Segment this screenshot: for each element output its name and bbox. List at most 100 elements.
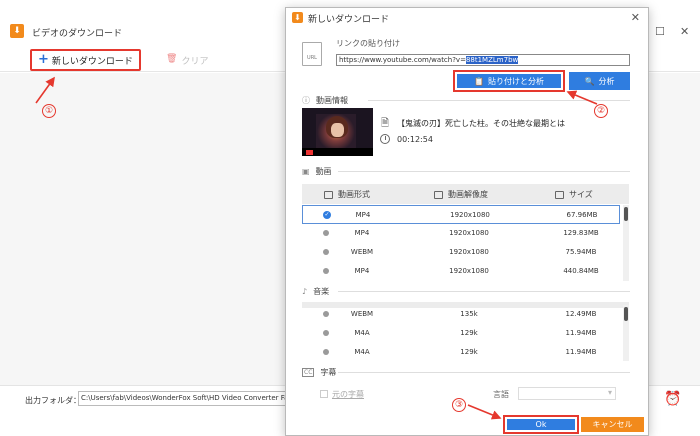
annotation-1: ① <box>42 104 56 118</box>
main-window-title: ビデオのダウンロード <box>32 29 123 39</box>
size-icon <box>555 190 564 199</box>
dialog-close-icon[interactable]: ✕ <box>631 11 640 24</box>
row-resolution: 1920x1080 <box>449 248 489 256</box>
plus-icon: + <box>38 52 49 67</box>
video-row[interactable]: ✓ MP4 1920x1080 67.96MB <box>302 205 620 224</box>
dialog-titlebar: ⬇ 新しいダウンロード ✕ <box>286 8 648 28</box>
video-info-label: 動画情報 <box>316 96 348 105</box>
radio-icon[interactable] <box>323 249 329 255</box>
ok-inner: Ok <box>507 419 575 430</box>
radio-icon[interactable] <box>323 311 329 317</box>
row-bitrate: 129k <box>460 329 478 337</box>
new-download-label: 新しいダウンロード <box>51 56 133 67</box>
format-header-label: 動画形式 <box>338 190 370 199</box>
document-icon: 🗎 <box>381 118 390 129</box>
annotation-3: ③ <box>452 398 466 412</box>
row-format: MP4 <box>355 211 371 219</box>
divider <box>338 171 630 172</box>
row-format: MP4 <box>354 229 370 237</box>
video-row[interactable]: MP4 1920x1080 440.84MB <box>302 262 620 281</box>
size-header-label: サイズ <box>569 190 593 199</box>
radio-icon[interactable] <box>323 330 329 336</box>
cancel-button[interactable]: キャンセル <box>581 417 644 432</box>
format-icon <box>324 190 333 199</box>
new-download-dialog: ⬇ 新しいダウンロード ✕ URL リンクの貼り付け https://www.y… <box>285 7 649 436</box>
clock-icon <box>380 134 390 144</box>
video-scrollbar[interactable] <box>624 207 628 221</box>
row-format: M4A <box>354 329 370 337</box>
url-link-icon: URL <box>302 42 322 66</box>
resolution-icon <box>434 190 443 199</box>
paste-and-analyze-label: 貼り付けと分析 <box>487 76 544 86</box>
original-subtitle-checkbox[interactable] <box>320 390 328 398</box>
maximize-icon[interactable]: ☐ <box>655 25 665 38</box>
radio-icon[interactable] <box>323 268 329 274</box>
download-app-icon: ⬇ <box>10 24 24 38</box>
row-format: MP4 <box>354 267 370 275</box>
row-format: M4A <box>354 348 370 356</box>
row-bitrate: 135k <box>460 310 478 318</box>
video-table-header: 動画形式 動画解像度 サイズ <box>302 184 629 204</box>
row-size: 11.94MB <box>565 348 597 356</box>
radio-icon[interactable] <box>323 230 329 236</box>
video-duration: 00:12:54 <box>397 135 433 144</box>
row-format: WEBM <box>350 248 374 256</box>
radio-checked-icon[interactable]: ✓ <box>323 211 331 219</box>
trash-icon: 🗑 <box>166 54 178 64</box>
new-download-button[interactable]: + 新しいダウンロード <box>30 49 141 71</box>
video-row[interactable]: WEBM 1920x1080 75.94MB <box>302 243 620 262</box>
dialog-title: 新しいダウンロード <box>308 15 390 25</box>
resolution-column-header: 動画解像度 <box>434 189 488 200</box>
size-column-header: サイズ <box>555 189 593 200</box>
subtitle-section-header: CC 字幕 <box>302 367 336 378</box>
audio-scrollbar[interactable] <box>624 307 628 321</box>
paste-and-analyze-inner: 📋 貼り付けと分析 <box>457 74 561 88</box>
resolution-header-label: 動画解像度 <box>448 190 488 199</box>
music-note-icon: ♪ <box>302 287 308 296</box>
row-bitrate: 129k <box>460 348 478 356</box>
row-resolution: 1920x1080 <box>449 229 489 237</box>
youtube-logo-icon <box>306 150 313 155</box>
cc-icon: CC <box>302 368 315 377</box>
divider <box>368 100 630 101</box>
row-size: 12.49MB <box>565 310 597 318</box>
row-size: 440.84MB <box>563 267 599 275</box>
main-close-icon[interactable]: ✕ <box>680 25 689 38</box>
radio-icon[interactable] <box>323 349 329 355</box>
subtitle-section-label: 字幕 <box>320 368 337 377</box>
audio-row[interactable]: M4A 129k 11.94MB <box>302 324 620 343</box>
audio-row[interactable]: M4A 129k 11.94MB <box>302 343 620 362</box>
video-section-label: 動画 <box>315 167 332 176</box>
audio-row[interactable]: WEBM 135k 12.49MB <box>302 305 620 324</box>
language-select[interactable] <box>518 387 616 400</box>
video-info-header: ⓘ 動画情報 <box>302 95 348 106</box>
link-paste-label: リンクの貼り付け <box>336 39 400 48</box>
magnifier-icon: 🔍 <box>584 76 595 86</box>
language-label: 言語 <box>493 390 509 399</box>
url-input[interactable]: https://www.youtube.com/watch?v=88t1MZLm… <box>336 54 630 66</box>
row-resolution: 1920x1080 <box>449 267 489 275</box>
output-folder-field[interactable]: C:\Users\fab\Videos\WonderFox Soft\HD Vi… <box>78 391 288 406</box>
clear-button[interactable]: 🗑 クリア <box>166 54 208 67</box>
ok-button[interactable]: Ok <box>503 415 579 434</box>
alarm-clock-icon[interactable]: ⏰ <box>664 391 681 407</box>
format-column-header: 動画形式 <box>324 189 370 200</box>
paste-and-analyze-button[interactable]: 📋 貼り付けと分析 <box>453 70 565 92</box>
url-text: https://www.youtube.com/watch?v= <box>339 56 466 64</box>
video-row[interactable]: MP4 1920x1080 129.83MB <box>302 224 620 243</box>
output-folder-label: 出力フォルダ： <box>25 396 81 405</box>
url-selected-text: 88t1MZLm7bw <box>465 56 519 64</box>
row-size: 67.96MB <box>566 211 598 219</box>
clipboard-icon: 📋 <box>474 76 484 86</box>
row-size: 11.94MB <box>565 329 597 337</box>
divider <box>338 291 630 292</box>
analyze-button[interactable]: 🔍 分析 <box>569 72 630 90</box>
video-thumbnail <box>302 108 373 156</box>
dialog-app-icon: ⬇ <box>292 12 303 23</box>
audio-section-header: ♪ 音楽 <box>302 286 329 297</box>
audio-section-label: 音楽 <box>313 287 330 296</box>
video-title: 【鬼滅の刃】死亡した柱。その壮絶な最期とは <box>397 119 565 128</box>
annotation-2: ② <box>594 104 608 118</box>
film-icon: ▣ <box>302 167 310 176</box>
row-size: 75.94MB <box>565 248 597 256</box>
